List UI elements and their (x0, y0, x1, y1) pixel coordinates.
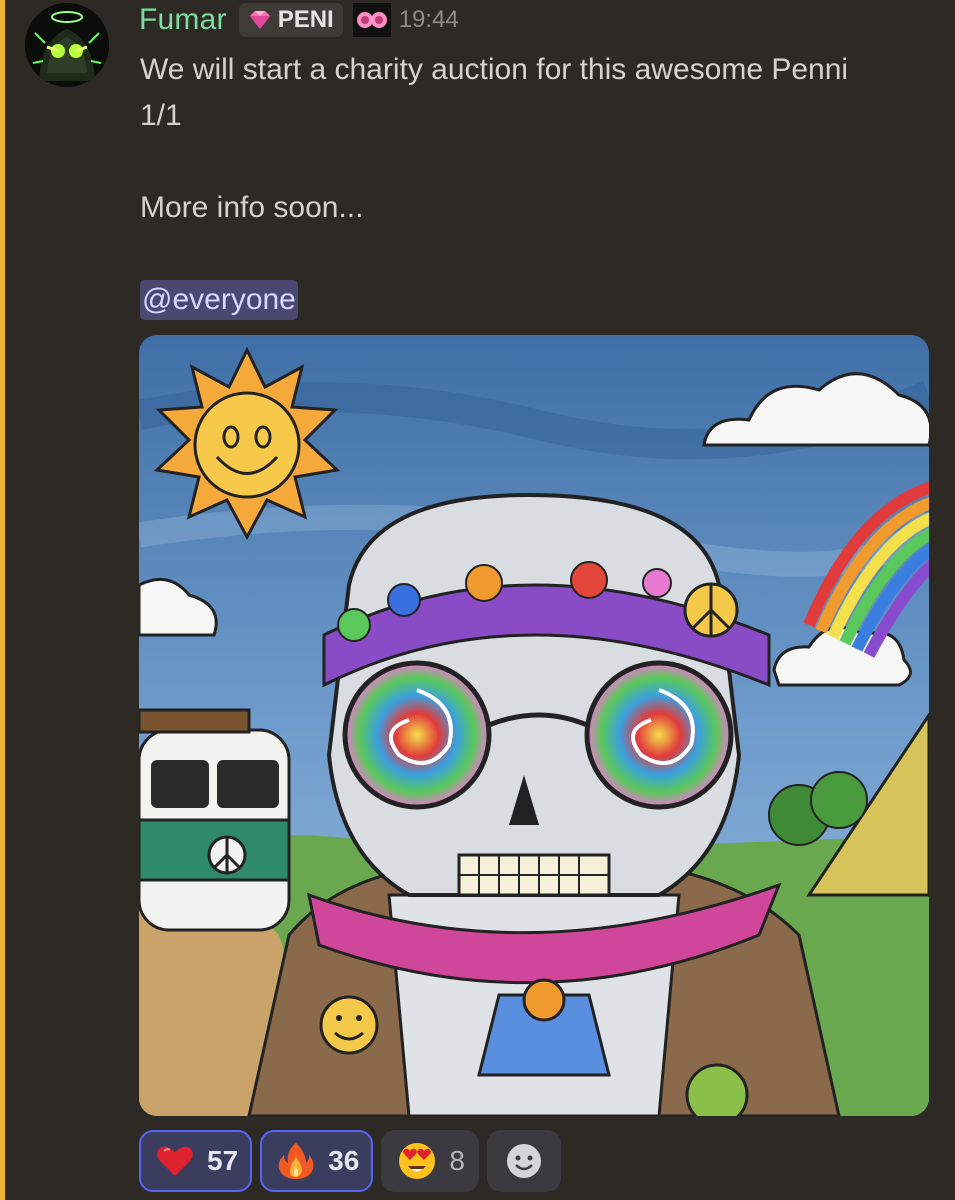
pink-sunglasses-icon (352, 3, 391, 37)
van-drawing (139, 708, 291, 932)
pink-gem-icon (249, 11, 270, 29)
username[interactable]: Fumar (139, 3, 227, 37)
message-line: We will start a charity auction for this… (140, 53, 849, 86)
message-line: 1/1 (140, 99, 182, 132)
reaction-count: 57 (207, 1145, 239, 1176)
message-content: We will start a charity auction for this… (140, 47, 940, 323)
role-tag[interactable]: PENI (238, 3, 343, 37)
fire-icon (278, 1143, 314, 1179)
reaction-count: 8 (449, 1145, 465, 1176)
message-header: Fumar PENI 19:44 (139, 0, 459, 40)
smiley-add-reaction-icon (506, 1144, 541, 1178)
timestamp: 19:44 (398, 6, 459, 33)
reaction-bar: 57 36 8 (139, 1130, 561, 1192)
reaction-heart[interactable]: 57 (139, 1130, 253, 1192)
everyone-mention[interactable]: @everyone (140, 280, 298, 320)
message-line: More info soon... (140, 191, 364, 224)
message-line (140, 231, 940, 277)
reaction-count: 36 (328, 1145, 360, 1176)
reaction-fire[interactable]: 36 (260, 1130, 374, 1192)
message-line (140, 139, 940, 185)
avatar[interactable] (25, 3, 109, 87)
green-hooded-figure-avatar-icon (25, 3, 109, 87)
reaction-heart-eyes[interactable]: 8 (381, 1130, 479, 1192)
chat-message: Fumar PENI 19:44 We will start a charity… (0, 0, 955, 1200)
role-label: PENI (277, 6, 334, 33)
add-reaction-button[interactable] (486, 1130, 561, 1192)
hippie-skull-artwork (139, 335, 929, 1116)
image-attachment[interactable] (139, 335, 929, 1116)
heart-eyes-icon (399, 1143, 436, 1179)
heart-icon (157, 1146, 193, 1176)
